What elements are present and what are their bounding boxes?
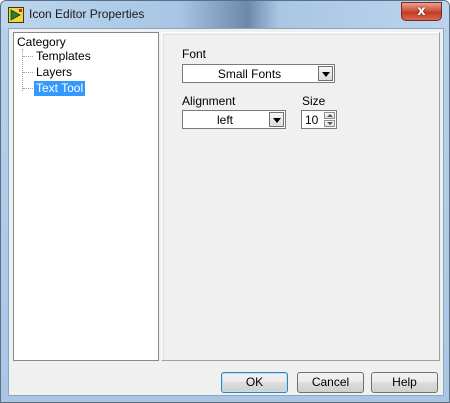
size-numeric-input[interactable]: 10 [301, 110, 337, 129]
help-button[interactable]: Help [371, 372, 438, 393]
alignment-label: Alignment [182, 94, 236, 108]
size-label: Size [302, 94, 326, 108]
category-item-text-tool[interactable]: Text Tool [34, 81, 86, 96]
size-spinner[interactable] [324, 112, 335, 127]
font-label: Font [182, 47, 207, 61]
tree-connector-branch [23, 88, 33, 89]
title-bar[interactable]: Icon Editor Properties x [1, 1, 449, 28]
category-item-layers[interactable]: Layers [34, 65, 74, 80]
category-item-templates[interactable]: Templates [34, 49, 93, 64]
chevron-down-icon[interactable] [318, 66, 333, 81]
font-dropdown[interactable]: Small Fonts [182, 64, 335, 83]
ok-button[interactable]: OK [221, 372, 288, 393]
alignment-value: left [216, 113, 233, 127]
window-title: Icon Editor Properties [29, 7, 145, 21]
close-button[interactable]: x [401, 2, 442, 21]
decrement-arrow-icon[interactable] [324, 120, 335, 127]
chevron-down-icon[interactable] [269, 112, 284, 127]
category-tree[interactable]: Category Templates Layers Text Tool [13, 32, 159, 361]
settings-panel: Font Small Fonts Alignment left Size 10 [161, 32, 440, 361]
increment-arrow-icon[interactable] [324, 112, 335, 119]
category-header: Category [17, 35, 66, 49]
dialog-window: Icon Editor Properties x Category Templa… [0, 0, 450, 403]
cancel-button[interactable]: Cancel [297, 372, 364, 393]
tree-connector-branch [23, 56, 33, 57]
labview-app-icon [8, 7, 24, 23]
alignment-dropdown[interactable]: left [182, 110, 286, 129]
dialog-client-area: Category Templates Layers Text Tool Font… [8, 28, 444, 396]
close-icon: x [417, 4, 426, 19]
tree-connector-branch [23, 72, 33, 73]
font-value: Small Fonts [217, 67, 282, 81]
size-value[interactable]: 10 [305, 113, 318, 127]
